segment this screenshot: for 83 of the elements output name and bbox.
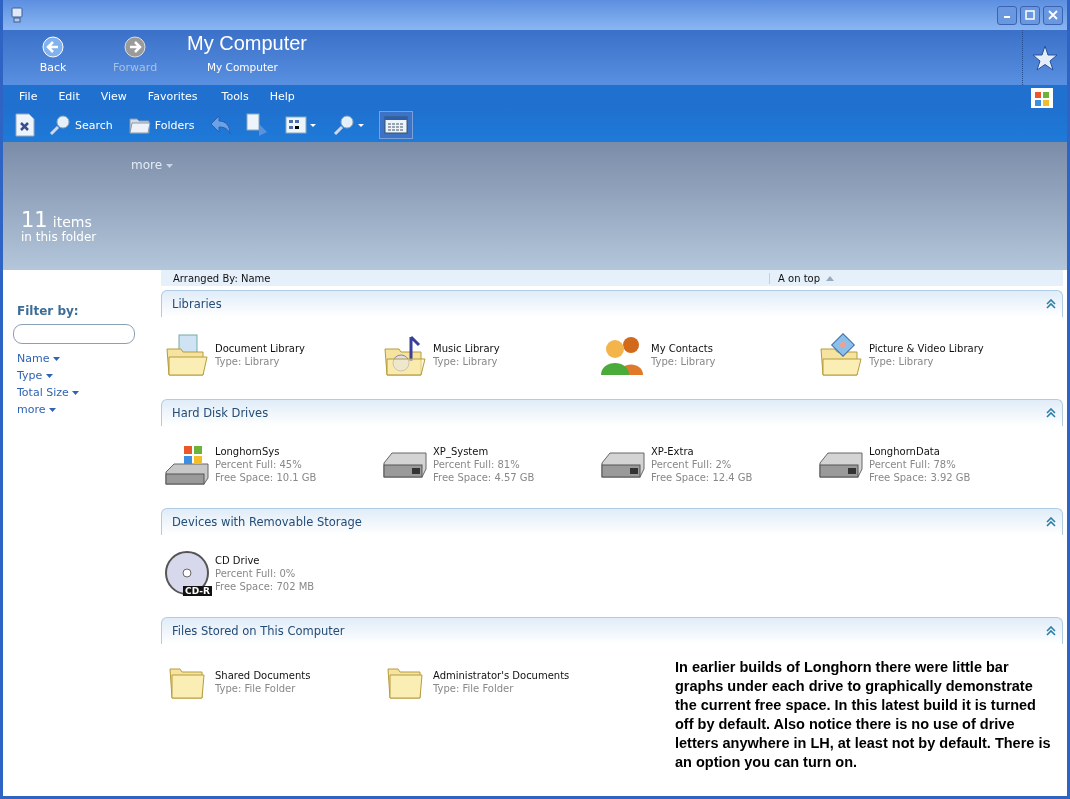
group-header[interactable]: Libraries	[161, 290, 1063, 317]
folder-subtitle: in this folder	[21, 230, 98, 244]
hard-drive-icon[interactable]	[818, 449, 864, 479]
item-detail: Type: Library	[651, 355, 716, 368]
item-count-unit: items	[52, 214, 92, 230]
filter-title: Filter by:	[17, 304, 79, 318]
maximize-button[interactable]	[1020, 5, 1040, 25]
item-name[interactable]: Music Library	[433, 342, 500, 355]
folder-music-icon[interactable]	[383, 333, 427, 377]
menu-item[interactable]: Tools	[221, 90, 249, 103]
views-button[interactable]	[282, 114, 319, 136]
windows-logo-icon	[1031, 87, 1053, 110]
collapse-chevron-icon[interactable]	[1046, 299, 1056, 309]
item-name[interactable]: Administrator's Documents	[433, 669, 570, 682]
group-header[interactable]: Hard Disk Drives	[161, 399, 1063, 426]
folder-picture-icon[interactable]	[819, 333, 863, 377]
item-name[interactable]: Picture & Video Library	[869, 342, 984, 355]
item-detail: Percent Full: 78%	[869, 457, 957, 471]
close-icon	[1048, 10, 1058, 20]
sort-order-label[interactable]: A on top	[770, 272, 821, 284]
item-detail: Free Space: 4.57 GB	[433, 470, 535, 484]
item-detail: Type: Library	[433, 355, 499, 368]
search-button[interactable]: Search	[47, 112, 115, 138]
maximize-icon	[1025, 10, 1035, 20]
menu-item[interactable]: View	[100, 90, 127, 103]
star-icon[interactable]	[1032, 44, 1058, 71]
item-detail: Type: File Folder	[215, 682, 297, 695]
collapse-chevron-icon[interactable]	[1046, 626, 1056, 636]
item-detail: Percent Full: 0%	[215, 566, 297, 580]
collapse-chevron-icon[interactable]	[1046, 517, 1056, 527]
item-detail: Percent Full: 81%	[433, 458, 521, 471]
item-detail: Percent Full: 45%	[215, 457, 303, 471]
item-name[interactable]: LonghornSys	[215, 444, 317, 458]
menu-item[interactable]: Edit	[58, 90, 80, 103]
menu-item[interactable]: Favorites	[147, 90, 198, 103]
close-button[interactable]	[1043, 5, 1063, 25]
item-detail: Free Space: 3.92 GB	[869, 470, 971, 484]
filter-field[interactable]	[13, 324, 135, 344]
caret-icon	[45, 374, 53, 378]
folders-icon	[128, 115, 151, 135]
search-icon	[49, 114, 71, 136]
filter-option[interactable]: Type	[13, 367, 57, 384]
caret-icon	[165, 163, 173, 168]
undo-arrow-icon[interactable]	[208, 113, 233, 137]
item-name[interactable]: My Contacts	[651, 342, 716, 355]
item-detail: Free Space: 10.1 GB	[215, 470, 317, 484]
item-name[interactable]: Shared Documents	[215, 669, 311, 682]
minimize-button[interactable]	[997, 5, 1017, 25]
hard-drive-icon[interactable]	[600, 449, 646, 479]
hard-drive-icon[interactable]	[382, 449, 428, 479]
item-name[interactable]: XP_System	[433, 444, 535, 458]
annotation-text: In earlier builds of Longhorn there were little bar graphs under each drive to graphically demonstrate the current free space. In this latest build it is turned off by default. Also notice there is no use of drive letters anywhere in LH, at least not by default. There is an option you can turn on.	[675, 658, 1052, 772]
group-header[interactable]: Files Stored on This Computer	[161, 617, 1063, 644]
back-button[interactable]: Back	[23, 30, 83, 74]
details-view-button[interactable]	[378, 111, 413, 139]
menu-item[interactable]: Help	[269, 90, 295, 103]
item-name[interactable]: LonghornData	[869, 444, 971, 458]
item-name[interactable]: XP-Extra	[651, 444, 753, 458]
item-detail: Percent Full: 2%	[651, 457, 733, 471]
group-header[interactable]: Devices with Removable Storage	[161, 508, 1063, 535]
computer-icon	[11, 7, 23, 23]
arrange-by-label[interactable]: Arranged By: Name	[161, 272, 770, 284]
filter-option[interactable]: Total Size	[13, 384, 84, 401]
window-title: My Computer	[187, 32, 308, 55]
caret-icon	[52, 357, 60, 361]
delete-document-icon[interactable]	[15, 113, 35, 137]
cd-drive-icon[interactable]: CD-R	[164, 550, 210, 596]
item-name[interactable]: CD Drive	[215, 553, 315, 567]
folders-button[interactable]: Folders	[126, 113, 197, 137]
item-detail: Free Space: 12.4 GB	[651, 470, 753, 484]
filter-option[interactable]: more	[13, 401, 60, 418]
item-count: 11	[21, 208, 48, 232]
caret-icon	[72, 391, 80, 395]
item-detail: Free Space: 702 MB	[215, 579, 315, 593]
filter-option[interactable]: Name	[13, 350, 64, 367]
breadcrumb[interactable]: My Computer	[207, 61, 278, 73]
item-detail: Type: File Folder	[433, 682, 515, 695]
collapse-chevron-icon[interactable]	[1046, 408, 1056, 418]
item-detail: Type: Library	[869, 355, 935, 368]
item-detail: Type: Library	[215, 355, 281, 368]
item-name[interactable]: Document Library	[215, 342, 305, 355]
menu-item[interactable]: File	[19, 90, 38, 103]
caret-icon	[49, 408, 56, 412]
